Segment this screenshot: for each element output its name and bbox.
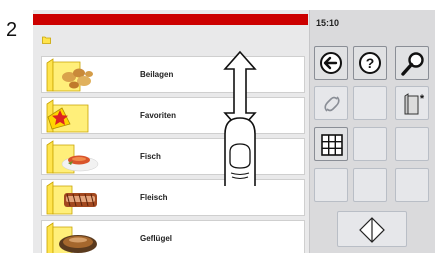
back-button[interactable] — [314, 46, 348, 80]
help-button[interactable]: ? — [353, 46, 387, 80]
empty-slot — [353, 127, 387, 161]
title-bar — [33, 14, 308, 25]
fish-icon — [46, 140, 99, 174]
category-list: Beilagen Favoriten Fisch Fleisch Geflüge… — [41, 56, 305, 253]
link-button[interactable] — [314, 86, 348, 120]
grid-icon — [321, 134, 343, 156]
add-folder-button[interactable]: * — [395, 86, 429, 120]
control-panel: 15:10 ? * — [309, 10, 435, 253]
folder-breadcrumb-icon[interactable] — [42, 36, 51, 44]
link-icon — [324, 96, 340, 112]
potatoes-icon — [46, 58, 93, 92]
category-row-fisch[interactable]: Fisch — [41, 138, 305, 175]
category-label: Favoriten — [140, 111, 177, 120]
poultry-icon — [46, 222, 97, 253]
category-label: Fleisch — [140, 193, 168, 202]
category-row-beilagen[interactable]: Beilagen — [41, 56, 305, 93]
category-row-favoriten[interactable]: Favoriten — [41, 97, 305, 134]
finger-swipe-icon — [224, 117, 256, 186]
empty-slot — [353, 86, 387, 120]
meat-icon — [46, 181, 97, 215]
step-number: 2 — [6, 19, 18, 41]
grid-view-button[interactable] — [314, 127, 348, 161]
back-arrow-icon — [320, 52, 342, 74]
category-label: Geflügel — [140, 234, 173, 243]
category-label: Beilagen — [140, 70, 174, 79]
search-button[interactable] — [395, 46, 429, 80]
empty-slot — [395, 168, 429, 202]
start-diamond-icon — [359, 217, 385, 243]
add-folder-icon: * — [404, 93, 425, 115]
svg-text:?: ? — [366, 55, 375, 71]
category-label: Fisch — [140, 152, 161, 161]
help-icon: ? — [359, 52, 381, 74]
category-row-fleisch[interactable]: Fleisch — [41, 179, 305, 216]
empty-slot — [395, 127, 429, 161]
search-icon — [401, 52, 424, 76]
empty-slot — [353, 168, 387, 202]
start-button[interactable] — [337, 211, 407, 247]
device-screen: Beilagen Favoriten Fisch Fleisch Geflüge… — [33, 10, 435, 253]
empty-slot — [314, 168, 348, 202]
category-row-gefluegel[interactable]: Geflügel — [41, 220, 305, 253]
star-folder-icon — [46, 99, 89, 133]
svg-text:*: * — [420, 93, 425, 105]
clock: 15:10 — [316, 18, 340, 28]
